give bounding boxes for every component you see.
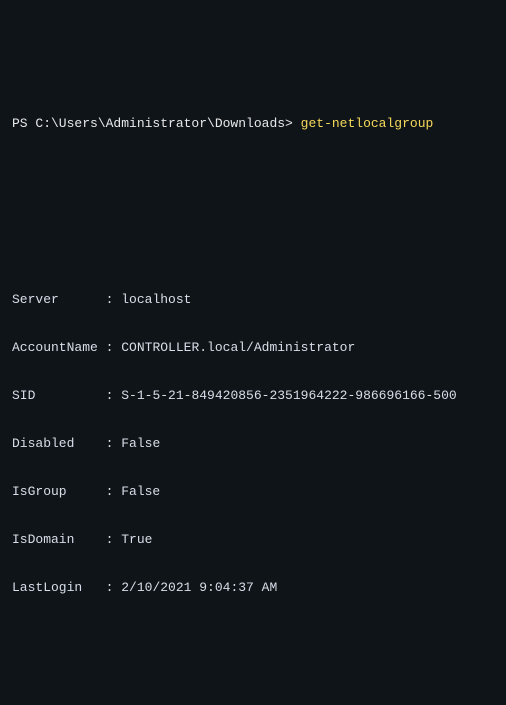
field-isgroup: IsGroup : False [0,484,506,500]
prompt-path: PS C:\Users\Administrator\Downloads> [12,116,293,131]
blank-line [0,212,506,228]
field-isdomain: IsDomain : True [0,532,506,548]
prompt-line: PS C:\Users\Administrator\Downloads> get… [0,116,506,132]
blank-line [0,628,506,644]
prompt-command: get-netlocalgroup [301,116,434,131]
field-sid: SID : S-1-5-21-849420856-2351964222-9866… [0,388,506,404]
field-accountname: AccountName : CONTROLLER.local/Administr… [0,340,506,356]
field-disabled: Disabled : False [0,436,506,452]
terminal-output[interactable]: PS C:\Users\Administrator\Downloads> get… [0,80,506,705]
field-server: Server : localhost [0,292,506,308]
blank-line [0,164,506,180]
field-lastlogin: LastLogin : 2/10/2021 9:04:37 AM [0,580,506,596]
